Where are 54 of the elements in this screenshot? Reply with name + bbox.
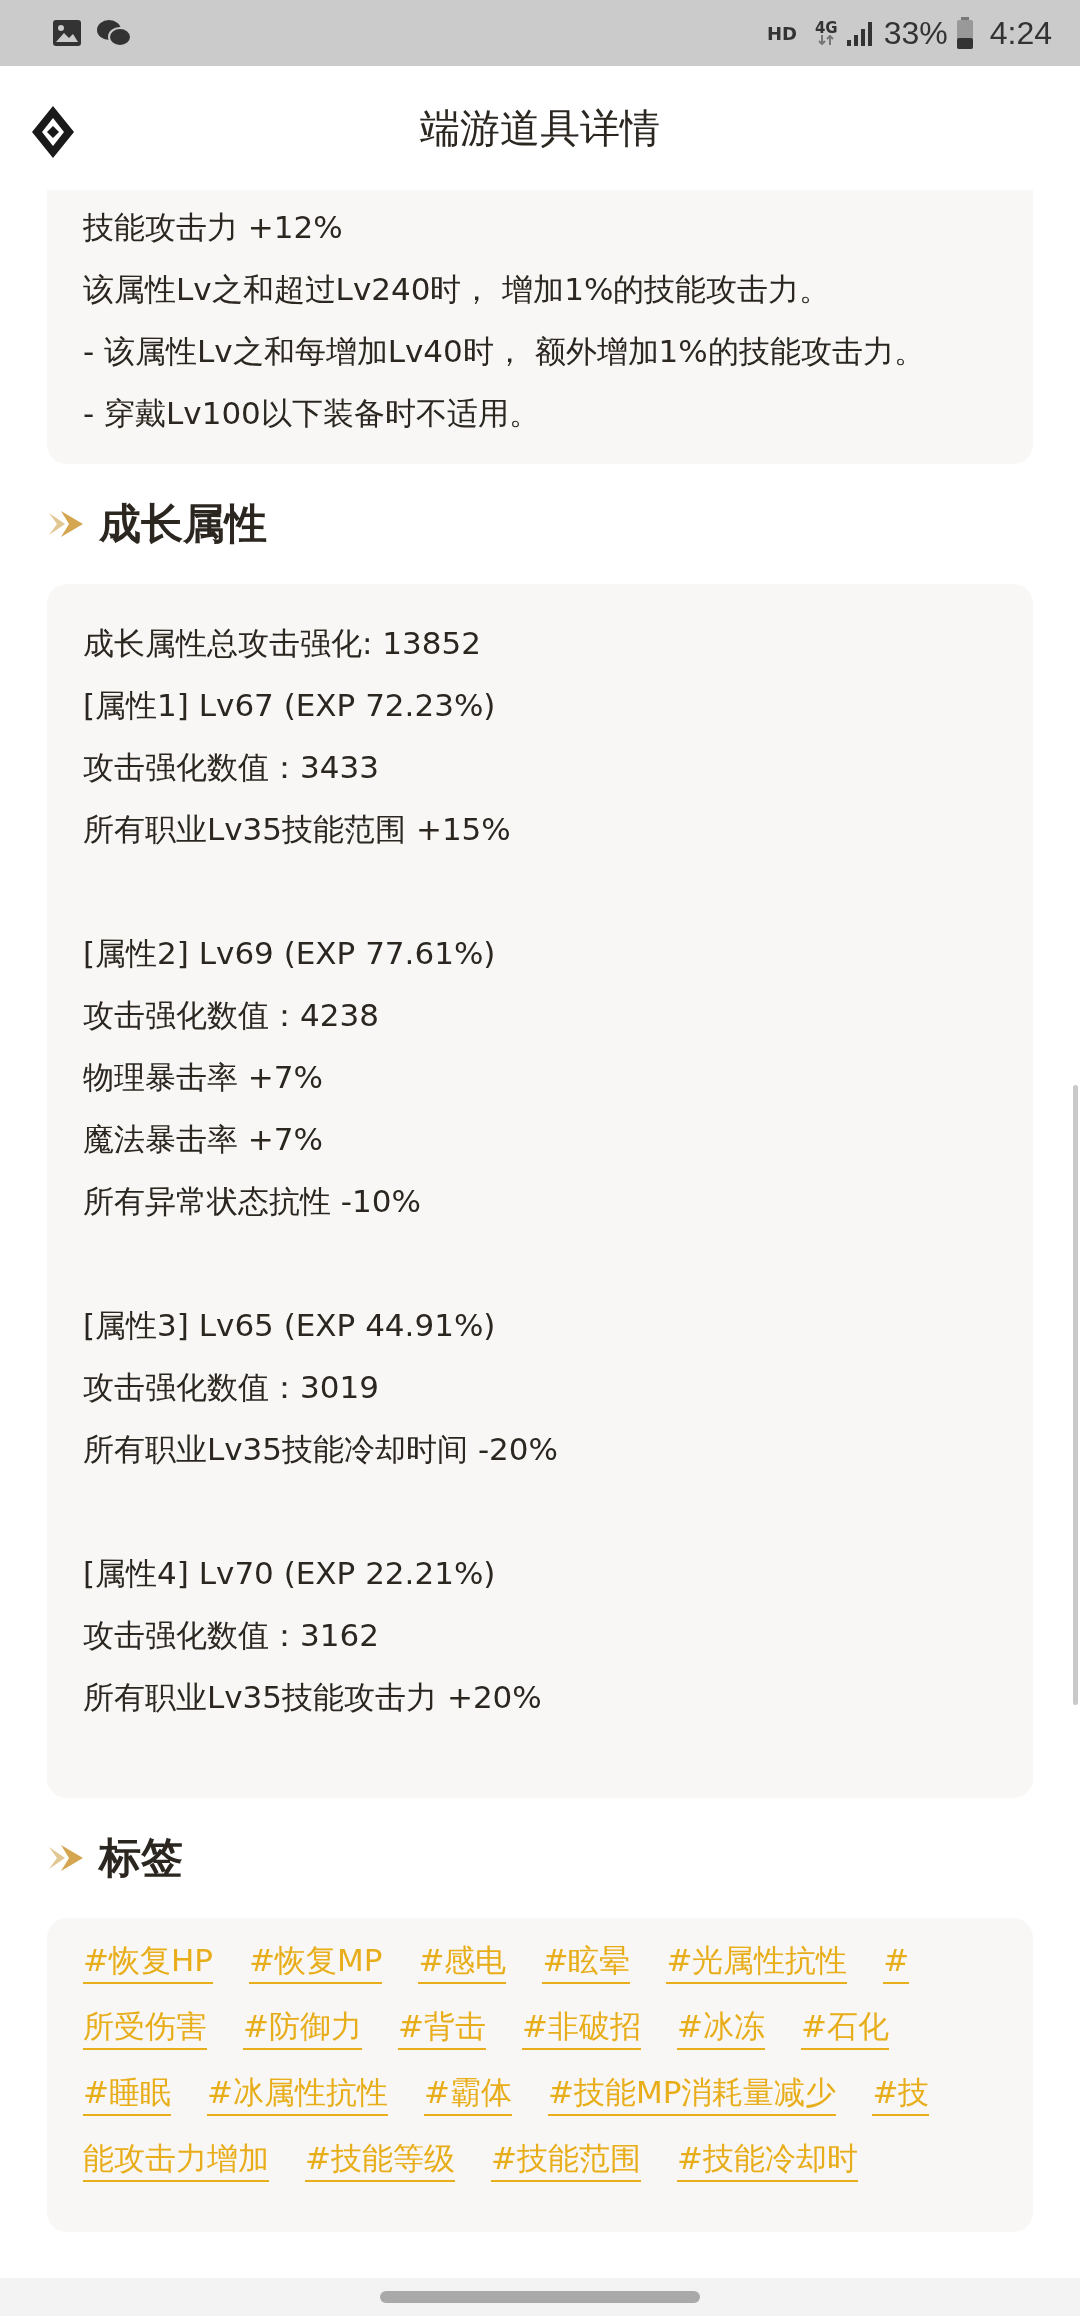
tag-link[interactable]: # [883,1938,910,1984]
tag-link[interactable]: 所受伤害 [83,2004,207,2050]
effect-text: 该属性Lv之和超过Lv240时， 增加1%的技能攻击力。 [83,270,832,309]
clock-time: 4:24 [989,14,1052,52]
page-title: 端游道具详情 [420,103,660,153]
effect-text: - 该属性Lv之和每增加Lv40时， 额外增加1%的技能攻击力。 [83,332,926,371]
network-label: HD [766,22,797,44]
attribute-text: 成长属性总攻击强化: 13852 [83,624,482,663]
tag-link[interactable]: #技 [872,2070,930,2116]
attribute-text: 所有职业Lv35技能冷却时间 -20% [83,1430,559,1469]
tag-link[interactable]: #冰属性抗性 [207,2070,388,2116]
chat-bubbles-icon [96,18,132,48]
attribute-text: 攻击强化数值：3162 [83,1616,380,1655]
tag-link[interactable]: #眩晕 [542,1938,631,1984]
section-title: 标签 [99,1832,183,1884]
attribute-text: 所有职业Lv35技能攻击力 +20% [83,1678,543,1717]
section-title: 成长属性 [99,498,267,550]
tag-link[interactable]: #恢复MP [249,1938,383,1984]
attribute-text: 所有异常状态抗性 -10% [83,1182,422,1221]
battery-percent: 33% [883,14,948,52]
tag-link[interactable]: #技能冷却时 [676,2136,858,2182]
tag-link[interactable]: #技能范围 [491,2136,641,2182]
diamond-logo-icon[interactable] [30,104,76,160]
attribute-text: 攻击强化数值：3019 [83,1368,380,1407]
attribute-text: [属性4] Lv70 (EXP 22.21%) [83,1554,497,1593]
tag-link[interactable]: #技能等级 [305,2136,455,2182]
effect-text: - 穿戴Lv100以下装备时不适用。 [83,394,541,433]
chevron-arrow-icon [47,1843,85,1873]
battery-icon [955,17,974,49]
tag-link[interactable]: #防御力 [243,2004,362,2050]
attribute-text: 攻击强化数值：3433 [83,748,380,787]
tag-link[interactable]: #石化 [800,2004,889,2050]
tag-link[interactable]: 能攻击力增加 [83,2136,269,2182]
attribute-text: [属性3] Lv65 (EXP 44.91%) [83,1306,497,1345]
tag-link[interactable]: #非破招 [521,2004,641,2050]
chevron-arrow-icon [47,509,85,539]
image-icon [52,19,82,47]
attribute-text: 物理暴击率 +7% [83,1058,324,1097]
attribute-text: 所有职业Lv35技能范围 +15% [83,810,512,849]
tag-link[interactable]: #背击 [398,2004,486,2050]
tag-link[interactable]: #冰冻 [676,2004,765,2050]
tag-link[interactable]: #睡眠 [83,2070,171,2116]
tag-link[interactable]: #恢复HP [83,1938,213,1984]
data-arrows-icon [818,35,835,45]
tag-link[interactable]: #光属性抗性 [666,1938,848,1984]
attribute-text: 魔法暴击率 +7% [83,1120,324,1159]
tag-link[interactable]: #霸体 [423,2070,512,2116]
attribute-text: [属性2] Lv69 (EXP 77.61%) [83,934,497,973]
attribute-text: [属性1] Lv67 (EXP 72.23%) [83,686,497,725]
network-type: 4G [814,21,838,35]
tag-link[interactable]: #技能MP消耗量减少 [547,2070,837,2116]
attribute-text: 攻击强化数值：4238 [83,996,380,1035]
tag-link[interactable]: #感电 [418,1938,507,1984]
effect-text: 技能攻击力 +12% [83,208,344,247]
